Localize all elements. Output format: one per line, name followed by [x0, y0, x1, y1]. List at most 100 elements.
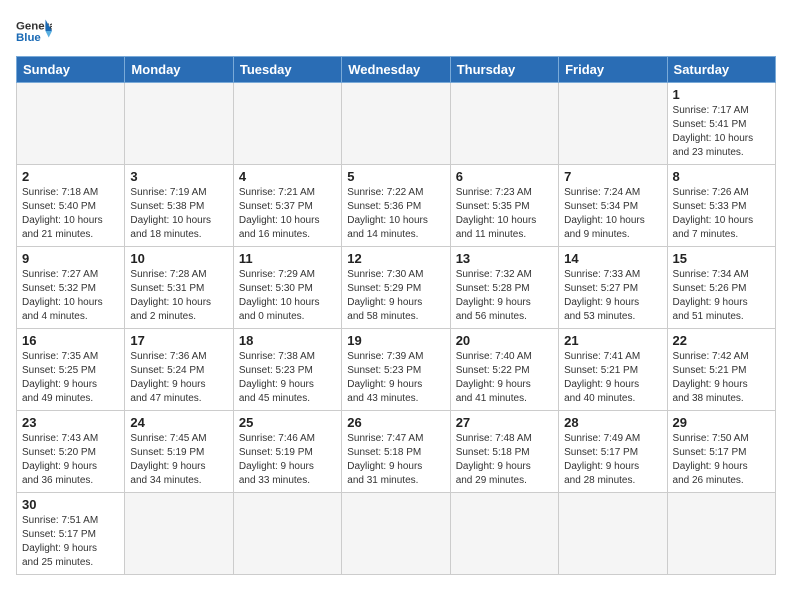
calendar-week-3: 9Sunrise: 7:27 AM Sunset: 5:32 PM Daylig…: [17, 247, 776, 329]
calendar-cell: [233, 493, 341, 575]
calendar-cell: [125, 493, 233, 575]
calendar-cell: 24Sunrise: 7:45 AM Sunset: 5:19 PM Dayli…: [125, 411, 233, 493]
day-number: 22: [673, 333, 770, 348]
calendar-cell: [342, 83, 450, 165]
calendar-cell: 22 Sunrise: 7:42 AM Sunset: 5:21 PM Dayli…: [667, 329, 775, 411]
calendar-week-5: 23 Sunrise: 7:43 AM Sunset: 5:20 PM Dayli…: [17, 411, 776, 493]
calendar-cell: 20Sunrise: 7:40 AM Sunset: 5:22 PM Dayli…: [450, 329, 558, 411]
calendar-cell: 8 Sunrise: 7:26 AM Sunset: 5:33 PM Daylig…: [667, 165, 775, 247]
day-info: Sunrise: 7:22 AM Sunset: 5:36 PM Dayligh…: [347, 186, 444, 242]
day-number: 28: [564, 415, 661, 430]
calendar-cell: 30 Sunrise: 7:51 AM Sunset: 5:17 PM Dayli…: [17, 493, 125, 575]
day-info: Sunrise: 7:43 AM Sunset: 5:20 PM Dayligh…: [22, 432, 119, 488]
day-info: Sunrise: 7:49 AM Sunset: 5:17 PM Dayligh…: [564, 432, 661, 488]
day-number: 30: [22, 497, 119, 512]
day-info: Sunrise: 7:21 AM Sunset: 5:37 PM Dayligh…: [239, 186, 336, 242]
day-info: Sunrise: 7:42 AM Sunset: 5:21 PM Dayligh…: [673, 350, 770, 406]
day-number: 3: [130, 169, 227, 184]
calendar-cell: [559, 493, 667, 575]
day-number: 17: [130, 333, 227, 348]
calendar-cell: [667, 493, 775, 575]
calendar-cell: 11Sunrise: 7:29 AM Sunset: 5:30 PM Dayli…: [233, 247, 341, 329]
day-number: 15: [673, 251, 770, 266]
day-info: Sunrise: 7:23 AM Sunset: 5:35 PM Dayligh…: [456, 186, 553, 242]
day-info: Sunrise: 7:30 AM Sunset: 5:29 PM Dayligh…: [347, 268, 444, 324]
day-number: 10: [130, 251, 227, 266]
day-info: Sunrise: 7:17 AM Sunset: 5:41 PM Dayligh…: [673, 104, 770, 160]
calendar-cell: 9Sunrise: 7:27 AM Sunset: 5:32 PM Daylig…: [17, 247, 125, 329]
calendar-cell: 12Sunrise: 7:30 AM Sunset: 5:29 PM Dayli…: [342, 247, 450, 329]
weekday-tuesday: Tuesday: [233, 57, 341, 83]
calendar-week-4: 16 Sunrise: 7:35 AM Sunset: 5:25 PM Dayli…: [17, 329, 776, 411]
day-number: 2: [22, 169, 119, 184]
day-info: Sunrise: 7:36 AM Sunset: 5:24 PM Dayligh…: [130, 350, 227, 406]
day-info: Sunrise: 7:35 AM Sunset: 5:25 PM Dayligh…: [22, 350, 119, 406]
day-number: 13: [456, 251, 553, 266]
day-info: Sunrise: 7:32 AM Sunset: 5:28 PM Dayligh…: [456, 268, 553, 324]
calendar-cell: 23 Sunrise: 7:43 AM Sunset: 5:20 PM Dayli…: [17, 411, 125, 493]
calendar-cell: 3Sunrise: 7:19 AM Sunset: 5:38 PM Daylig…: [125, 165, 233, 247]
day-number: 19: [347, 333, 444, 348]
logo-icon: General Blue: [16, 16, 52, 46]
calendar: SundayMondayTuesdayWednesdayThursdayFrid…: [16, 56, 776, 575]
day-number: 6: [456, 169, 553, 184]
calendar-cell: 4 Sunrise: 7:21 AM Sunset: 5:37 PM Daylig…: [233, 165, 341, 247]
calendar-cell: 28 Sunrise: 7:49 AM Sunset: 5:17 PM Dayli…: [559, 411, 667, 493]
day-info: Sunrise: 7:27 AM Sunset: 5:32 PM Dayligh…: [22, 268, 119, 324]
day-info: Sunrise: 7:38 AM Sunset: 5:23 PM Dayligh…: [239, 350, 336, 406]
day-info: Sunrise: 7:51 AM Sunset: 5:17 PM Dayligh…: [22, 514, 119, 570]
day-info: Sunrise: 7:29 AM Sunset: 5:30 PM Dayligh…: [239, 268, 336, 324]
day-number: 4: [239, 169, 336, 184]
calendar-cell: 10 Sunrise: 7:28 AM Sunset: 5:31 PM Dayli…: [125, 247, 233, 329]
weekday-friday: Friday: [559, 57, 667, 83]
day-info: Sunrise: 7:28 AM Sunset: 5:31 PM Dayligh…: [130, 268, 227, 324]
svg-text:Blue: Blue: [16, 32, 41, 44]
day-number: 27: [456, 415, 553, 430]
day-info: Sunrise: 7:47 AM Sunset: 5:18 PM Dayligh…: [347, 432, 444, 488]
day-number: 23: [22, 415, 119, 430]
calendar-cell: 25 Sunrise: 7:46 AM Sunset: 5:19 PM Dayli…: [233, 411, 341, 493]
calendar-cell: 6 Sunrise: 7:23 AM Sunset: 5:35 PM Daylig…: [450, 165, 558, 247]
day-number: 14: [564, 251, 661, 266]
calendar-cell: 26 Sunrise: 7:47 AM Sunset: 5:18 PM Dayli…: [342, 411, 450, 493]
weekday-thursday: Thursday: [450, 57, 558, 83]
calendar-cell: 29Sunrise: 7:50 AM Sunset: 5:17 PM Dayli…: [667, 411, 775, 493]
day-number: 21: [564, 333, 661, 348]
weekday-monday: Monday: [125, 57, 233, 83]
day-info: Sunrise: 7:40 AM Sunset: 5:22 PM Dayligh…: [456, 350, 553, 406]
calendar-cell: 16 Sunrise: 7:35 AM Sunset: 5:25 PM Dayli…: [17, 329, 125, 411]
calendar-cell: [450, 83, 558, 165]
calendar-cell: [342, 493, 450, 575]
day-info: Sunrise: 7:26 AM Sunset: 5:33 PM Dayligh…: [673, 186, 770, 242]
day-info: Sunrise: 7:46 AM Sunset: 5:19 PM Dayligh…: [239, 432, 336, 488]
day-number: 26: [347, 415, 444, 430]
calendar-cell: [233, 83, 341, 165]
logo: General Blue: [16, 16, 52, 46]
calendar-cell: 5 Sunrise: 7:22 AM Sunset: 5:36 PM Daylig…: [342, 165, 450, 247]
calendar-cell: 17 Sunrise: 7:36 AM Sunset: 5:24 PM Dayli…: [125, 329, 233, 411]
weekday-wednesday: Wednesday: [342, 57, 450, 83]
day-info: Sunrise: 7:24 AM Sunset: 5:34 PM Dayligh…: [564, 186, 661, 242]
calendar-cell: 1 Sunrise: 7:17 AM Sunset: 5:41 PM Daylig…: [667, 83, 775, 165]
calendar-cell: [17, 83, 125, 165]
day-info: Sunrise: 7:41 AM Sunset: 5:21 PM Dayligh…: [564, 350, 661, 406]
header: General Blue: [16, 16, 776, 46]
day-number: 18: [239, 333, 336, 348]
day-number: 8: [673, 169, 770, 184]
day-info: Sunrise: 7:45 AM Sunset: 5:19 PM Dayligh…: [130, 432, 227, 488]
calendar-cell: 27Sunrise: 7:48 AM Sunset: 5:18 PM Dayli…: [450, 411, 558, 493]
calendar-week-1: 1 Sunrise: 7:17 AM Sunset: 5:41 PM Daylig…: [17, 83, 776, 165]
calendar-cell: 13 Sunrise: 7:32 AM Sunset: 5:28 PM Dayli…: [450, 247, 558, 329]
calendar-cell: 21 Sunrise: 7:41 AM Sunset: 5:21 PM Dayli…: [559, 329, 667, 411]
day-info: Sunrise: 7:33 AM Sunset: 5:27 PM Dayligh…: [564, 268, 661, 324]
day-number: 16: [22, 333, 119, 348]
weekday-sunday: Sunday: [17, 57, 125, 83]
day-number: 5: [347, 169, 444, 184]
day-number: 1: [673, 87, 770, 102]
day-number: 25: [239, 415, 336, 430]
day-info: Sunrise: 7:34 AM Sunset: 5:26 PM Dayligh…: [673, 268, 770, 324]
weekday-saturday: Saturday: [667, 57, 775, 83]
day-info: Sunrise: 7:50 AM Sunset: 5:17 PM Dayligh…: [673, 432, 770, 488]
weekday-header-row: SundayMondayTuesdayWednesdayThursdayFrid…: [17, 57, 776, 83]
day-info: Sunrise: 7:18 AM Sunset: 5:40 PM Dayligh…: [22, 186, 119, 242]
